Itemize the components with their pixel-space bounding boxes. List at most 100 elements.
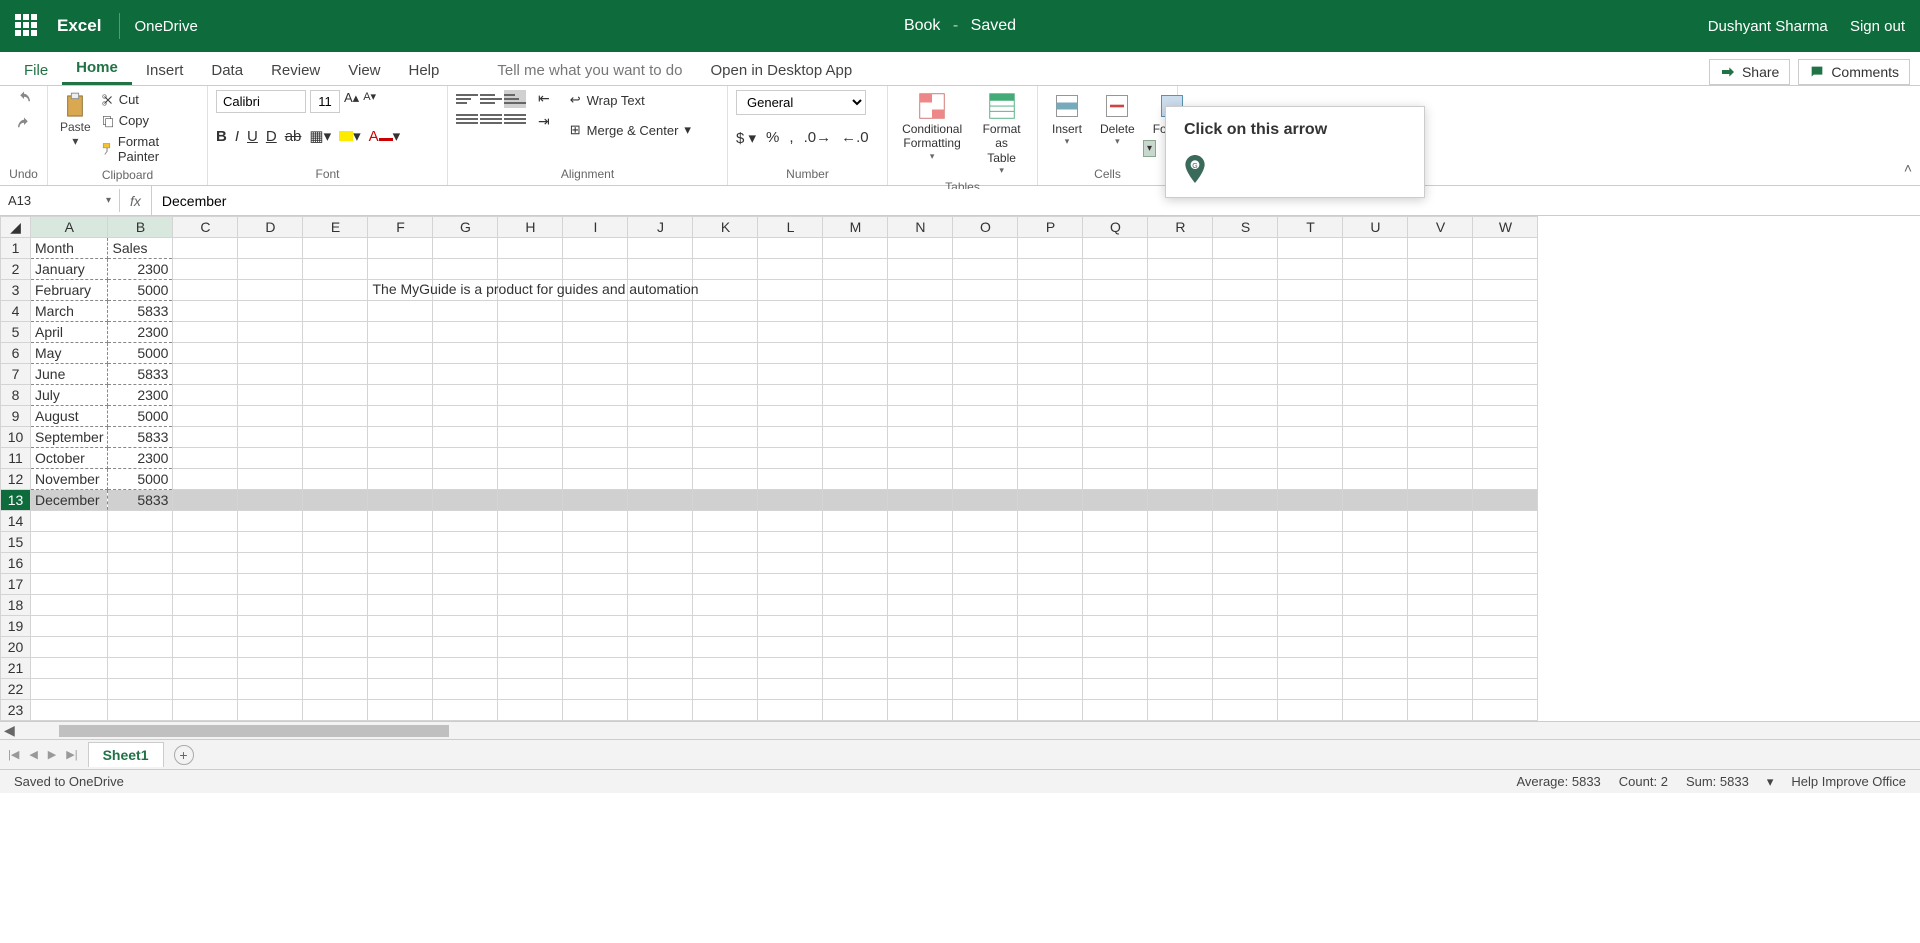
cell-V18[interactable] [1408,595,1473,616]
cell-J17[interactable] [628,574,693,595]
cell-S1[interactable] [1213,238,1278,259]
cell-K17[interactable] [693,574,758,595]
cell-D12[interactable] [238,469,303,490]
cell-T1[interactable] [1278,238,1343,259]
cell-S15[interactable] [1213,532,1278,553]
cell-M16[interactable] [823,553,888,574]
bold-button[interactable]: B [216,128,227,145]
cell-Q4[interactable] [1083,301,1148,322]
cell-O9[interactable] [953,406,1018,427]
formula-input[interactable] [152,189,1920,213]
cell-G17[interactable] [433,574,498,595]
cell-B22[interactable] [108,679,173,700]
cell-D8[interactable] [238,385,303,406]
cell-R15[interactable] [1148,532,1213,553]
cell-J13[interactable] [628,490,693,511]
cell-U7[interactable] [1343,364,1408,385]
col-header-L[interactable]: L [758,217,823,238]
cell-M8[interactable] [823,385,888,406]
cell-N13[interactable] [888,490,953,511]
font-name-select[interactable] [216,90,306,113]
status-sum-dd[interactable]: ▾ [1767,774,1774,790]
cell-C5[interactable] [173,322,238,343]
cell-A3[interactable]: February [31,280,108,301]
cell-N1[interactable] [888,238,953,259]
horizontal-scrollbar[interactable]: ◀ [0,721,1920,739]
row-header-3[interactable]: 3 [1,280,31,301]
cell-D10[interactable] [238,427,303,448]
cell-S20[interactable] [1213,637,1278,658]
cell-R14[interactable] [1148,511,1213,532]
cell-R21[interactable] [1148,658,1213,679]
cell-L18[interactable] [758,595,823,616]
cell-K23[interactable] [693,700,758,721]
cell-K16[interactable] [693,553,758,574]
cell-Q11[interactable] [1083,448,1148,469]
cell-L8[interactable] [758,385,823,406]
cell-V20[interactable] [1408,637,1473,658]
cell-C18[interactable] [173,595,238,616]
row-header-9[interactable]: 9 [1,406,31,427]
cell-V6[interactable] [1408,343,1473,364]
cell-G18[interactable] [433,595,498,616]
cell-W6[interactable] [1473,343,1538,364]
cell-C2[interactable] [173,259,238,280]
cell-F12[interactable] [368,469,433,490]
cell-J23[interactable] [628,700,693,721]
cell-G14[interactable] [433,511,498,532]
cell-R4[interactable] [1148,301,1213,322]
cell-P20[interactable] [1018,637,1083,658]
cell-N22[interactable] [888,679,953,700]
cell-O21[interactable] [953,658,1018,679]
cell-R6[interactable] [1148,343,1213,364]
row-header-20[interactable]: 20 [1,637,31,658]
cell-I15[interactable] [563,532,628,553]
cell-U5[interactable] [1343,322,1408,343]
cell-B3[interactable]: 5000 [108,280,173,301]
cell-F19[interactable] [368,616,433,637]
cell-J2[interactable] [628,259,693,280]
cell-S4[interactable] [1213,301,1278,322]
cell-U22[interactable] [1343,679,1408,700]
cell-A20[interactable] [31,637,108,658]
col-header-Q[interactable]: Q [1083,217,1148,238]
increase-decimal[interactable]: .0→ [804,129,832,147]
cell-T9[interactable] [1278,406,1343,427]
cell-U17[interactable] [1343,574,1408,595]
cell-E11[interactable] [303,448,368,469]
cell-W23[interactable] [1473,700,1538,721]
cell-T2[interactable] [1278,259,1343,280]
cell-L7[interactable] [758,364,823,385]
cell-E7[interactable] [303,364,368,385]
cell-V11[interactable] [1408,448,1473,469]
cell-V17[interactable] [1408,574,1473,595]
cell-B9[interactable]: 5000 [108,406,173,427]
cell-C23[interactable] [173,700,238,721]
cell-J12[interactable] [628,469,693,490]
cell-R23[interactable] [1148,700,1213,721]
cell-B6[interactable]: 5000 [108,343,173,364]
cell-N17[interactable] [888,574,953,595]
cell-E3[interactable] [303,280,368,301]
cell-G20[interactable] [433,637,498,658]
cell-C1[interactable] [173,238,238,259]
cell-K11[interactable] [693,448,758,469]
cell-L9[interactable] [758,406,823,427]
cell-I2[interactable] [563,259,628,280]
col-header-T[interactable]: T [1278,217,1343,238]
cell-S13[interactable] [1213,490,1278,511]
col-header-S[interactable]: S [1213,217,1278,238]
cell-A23[interactable] [31,700,108,721]
cell-M10[interactable] [823,427,888,448]
cell-I8[interactable] [563,385,628,406]
cell-S17[interactable] [1213,574,1278,595]
cell-D22[interactable] [238,679,303,700]
cell-M17[interactable] [823,574,888,595]
cell-J6[interactable] [628,343,693,364]
cell-G6[interactable] [433,343,498,364]
redo-button[interactable] [15,116,33,134]
number-format-select[interactable]: General [736,90,866,115]
font-size-select[interactable] [310,90,340,113]
cell-W2[interactable] [1473,259,1538,280]
cell-V22[interactable] [1408,679,1473,700]
